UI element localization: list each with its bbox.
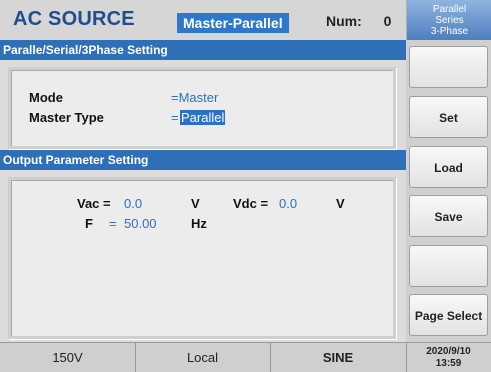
setting-section-title: Paralle/Serial/3Phase Setting [0,40,406,60]
vac-unit: V [191,196,200,211]
mode-label: Mode [29,90,63,105]
output-panel: Vac = 0.0 V Vdc = 0.0 V F = 50.00 Hz [8,177,396,339]
mode-menu-title[interactable]: Parallel Series 3-Phase [406,0,491,40]
menu-title-line-2: Series [435,14,464,26]
set-button[interactable]: Set [409,96,488,138]
ac-source-screen: AC SOURCE Master-Parallel Num: 0 Paralle… [0,0,491,372]
soft-key-1[interactable] [409,46,488,88]
page-select-button[interactable]: Page Select [409,294,488,336]
status-date: 2020/9/10 [426,346,471,357]
vdc-label: Vdc = [233,196,269,211]
setting-panel: Mode =Master Master Type = Parallel [8,67,396,149]
header-bar: AC SOURCE Master-Parallel Num: 0 [0,0,406,40]
status-bar: 150V Local SINE 2020/9/10 13:59 [0,342,491,372]
save-button[interactable]: Save [409,195,488,237]
output-section: Vac = 0.0 V Vdc = 0.0 V F = 50.00 Hz [0,170,406,342]
frequency-unit: Hz [191,216,207,231]
master-type-eq: = [171,110,179,125]
num-indicator: Num: 0 [326,13,391,29]
vdc-unit: V [336,196,345,211]
status-time: 13:59 [435,358,462,369]
soft-key-5[interactable] [409,245,488,287]
num-label: Num: [326,13,362,29]
setting-section: Mode =Master Master Type = Parallel [0,60,406,150]
menu-title-line-1: Parallel [432,3,467,15]
num-value: 0 [383,13,392,29]
status-datetime: 2020/9/10 13:59 [406,343,491,372]
mode-badge: Master-Parallel [177,13,289,33]
mode-value[interactable]: =Master [171,90,218,105]
menu-title-line-3: 3-Phase [430,25,469,37]
vac-label: Vac = [77,196,111,211]
app-title: AC SOURCE [13,8,135,30]
vdc-value[interactable]: 0.0 [279,196,297,211]
soft-key-panel: Set Load Save Page Select [406,40,491,342]
frequency-value[interactable]: 50.00 [124,216,157,231]
status-waveform: SINE [270,343,407,372]
master-type-value[interactable]: Parallel [180,110,226,125]
output-section-title: Output Parameter Setting [0,150,406,170]
load-button[interactable]: Load [409,146,488,188]
frequency-eq: = [109,216,117,231]
frequency-label: F [85,216,93,231]
vac-value[interactable]: 0.0 [124,196,142,211]
status-remote: Local [135,343,271,372]
status-range: 150V [0,343,136,372]
master-type-label: Master Type [29,110,104,125]
